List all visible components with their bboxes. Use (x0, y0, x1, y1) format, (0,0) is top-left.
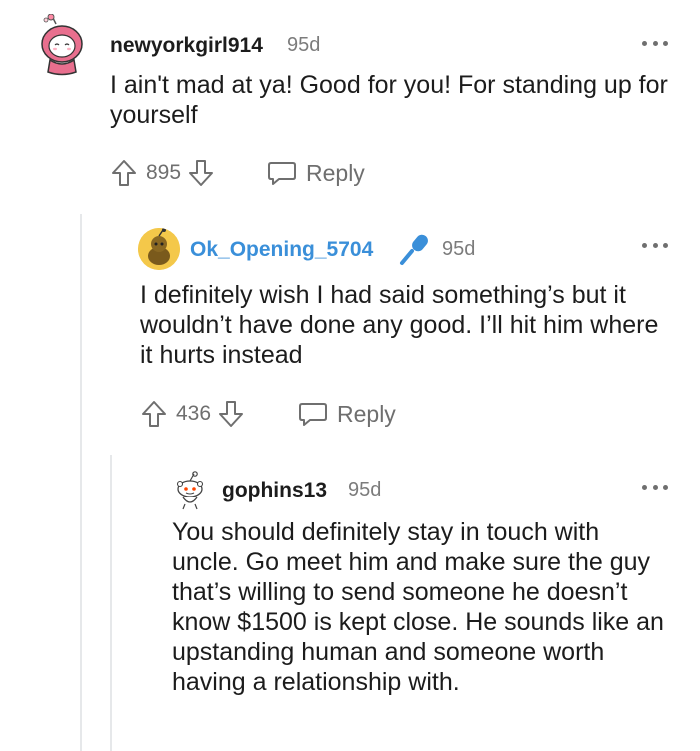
snoo-avatar-icon (176, 471, 204, 510)
avatar[interactable] (138, 228, 180, 270)
vote-controls: 436 (140, 399, 245, 429)
avatar[interactable] (170, 471, 210, 511)
vote-count: 895 (146, 161, 182, 184)
comment-body: You should definitely stay in touch with… (172, 518, 664, 696)
username[interactable]: newyorkgirl914 (110, 34, 263, 58)
comment-bubble-icon (299, 403, 327, 426)
comment-age: 95d (348, 479, 382, 501)
avatar[interactable] (38, 13, 86, 76)
comment-bubble-icon (268, 162, 296, 185)
downvote-icon[interactable] (217, 399, 245, 429)
reply-label: Reply (306, 159, 365, 186)
more-options-icon[interactable] (642, 38, 668, 48)
username[interactable]: Ok_Opening_5704 (190, 238, 373, 262)
username[interactable]: gophins13 (222, 479, 327, 503)
snoo-avatar-icon (138, 228, 180, 270)
reply-button[interactable]: Reply (266, 158, 365, 188)
comment-age: 95d (442, 238, 476, 260)
more-options-icon[interactable] (642, 482, 668, 492)
comment-age: 95d (287, 34, 321, 56)
reply-label: Reply (337, 400, 396, 427)
upvote-icon[interactable] (140, 399, 168, 429)
comment-ok-opening-5704: Ok_Opening_5704 95d I definitely wish I … (0, 214, 700, 454)
upvote-icon[interactable] (110, 158, 138, 188)
comment-gophins13: gophins13 95d You should definitely stay… (0, 455, 700, 751)
downvote-icon[interactable] (187, 158, 215, 188)
snoo-avatar-icon (41, 13, 83, 76)
microphone-icon (400, 234, 428, 265)
comment-body: I ain't mad at ya! Good for you! For sta… (110, 71, 668, 129)
comment-newyorkgirl914: newyorkgirl914 95d I ain't mad at ya! Go… (0, 0, 700, 200)
more-options-icon[interactable] (642, 240, 668, 250)
vote-count: 436 (176, 402, 212, 425)
vote-controls: 895 (110, 158, 215, 188)
reply-button[interactable]: Reply (297, 399, 396, 429)
comment-body: I definitely wish I had said something’s… (140, 281, 659, 369)
